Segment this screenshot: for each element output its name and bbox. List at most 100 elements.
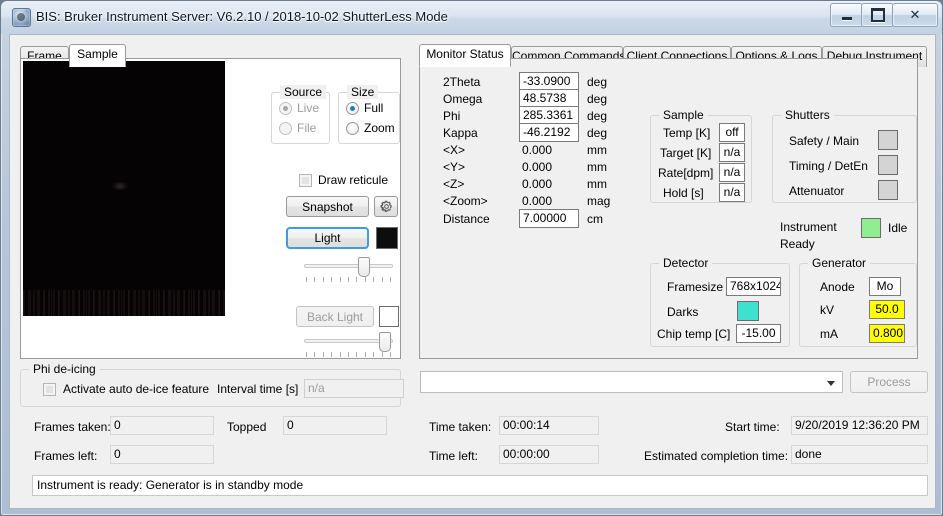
start-time-label: Start time: [725,420,780,434]
draw-reticule-checkbox[interactable] [299,174,312,187]
source-group: Source Live File [271,85,330,144]
axis-unit-x: mm [587,143,607,157]
eta-value: done [791,445,928,464]
axis-unit-omega: deg [587,92,608,106]
detector-chiptemp-value[interactable]: -15.00 [736,324,781,343]
detector-chiptemp-label: Chip temp [C] [657,327,731,341]
activate-deice-checkbox[interactable] [43,383,56,396]
axis-label-omega: Omega [443,92,483,106]
radio-size-full-label: Full [364,101,384,115]
snapshot-button[interactable]: Snapshot [286,196,369,217]
generator-anode-value[interactable]: Mo [869,277,901,296]
window-title: BIS: Bruker Instrument Server: V6.2.10 /… [36,9,448,24]
light-color-swatch[interactable] [376,227,398,249]
time-taken-label: Time taken: [429,420,492,434]
shutter-timing-deten-indicator [878,155,898,175]
detector-darks-label: Darks [667,305,699,319]
settings-gear-button[interactable] [374,196,398,217]
sample-target-value[interactable]: n/a [719,143,745,162]
axis-label-z: <Z> [443,177,465,191]
tab-monitor-status-label: Monitor Status [426,47,504,61]
shutter-safety-main-label: Safety / Main [789,134,860,148]
eta-label: Estimated completion time: [644,449,789,463]
axis-label-y: <Y> [443,160,466,174]
status-bar-message: Instrument is ready: Generator is in sta… [32,475,928,496]
light-slider-thumb[interactable] [358,257,370,277]
sample-rate-value[interactable]: n/a [719,163,745,182]
radio-source-file[interactable] [279,122,292,135]
video-spot [111,180,128,191]
app-icon [12,8,31,27]
radio-size-full[interactable] [346,102,359,115]
radio-source-live-label: Live [297,101,320,115]
axis-value-kappa[interactable]: -46.2192 [519,123,579,142]
frames-left-value: 0 [110,445,214,464]
instrument-ready-label-line2: Ready [780,237,815,251]
axis-label-distance: Distance [443,212,490,226]
back-light-slider[interactable] [304,332,393,354]
radio-source-live[interactable] [279,102,292,115]
sample-rate-label: Rate[dpm] [658,166,714,180]
tab-monitor-status[interactable]: Monitor Status [419,44,511,67]
back-light-slider-ticks [306,352,391,358]
back-light-color-swatch[interactable] [379,306,399,327]
shutter-attenuator-label: Attenuator [789,184,845,198]
axis-unit-phi: deg [587,109,608,123]
axis-label-zoom: <Zoom> [443,194,488,208]
size-group: Size Full Zoom [338,85,400,144]
axis-unit-2theta: deg [587,75,608,89]
topped-value: 0 [283,416,387,435]
axis-value-y: 0.000 [522,160,553,174]
minimize-button[interactable] [830,3,863,27]
gear-icon [380,200,392,212]
process-combobox[interactable] [420,371,843,393]
radio-source-file-label: File [297,121,317,135]
close-icon: ✕ [909,7,921,22]
maximize-icon [862,4,893,26]
axis-unit-kappa: deg [587,126,608,140]
phi-deicing-group: Phi de-icing Activate auto de-ice featur… [20,362,404,407]
light-button[interactable]: Light [286,227,369,249]
frames-left-label: Frames left: [34,449,98,463]
close-button[interactable]: ✕ [892,3,938,27]
radio-size-zoom[interactable] [346,122,359,135]
snapshot-button-label: Snapshot [302,199,353,214]
time-taken-value: 00:00:14 [499,416,599,435]
sample-temp-value[interactable]: off [719,123,745,142]
maximize-button[interactable] [861,3,894,27]
start-time-value: 9/20/2019 12:36:20 PM [791,416,928,435]
generator-ma-value[interactable]: 0.800 [869,324,905,343]
generator-kv-label: kV [820,303,835,317]
process-button-label: Process [867,375,911,389]
application-window: BIS: Bruker Instrument Server: V6.2.10 /… [0,0,943,516]
back-light-slider-thumb[interactable] [379,332,391,352]
frames-taken-value: 0 [110,416,214,435]
sample-video-preview[interactable] [23,61,225,316]
interval-time-input[interactable]: n/a [304,379,404,398]
axis-value-z: 0.000 [522,177,553,191]
process-button[interactable]: Process [850,371,928,393]
title-bar[interactable]: BIS: Bruker Instrument Server: V6.2.10 /… [1,1,942,34]
axis-value-distance[interactable]: 7.00000 [519,209,579,228]
axis-unit-distance: cm [587,212,603,226]
generator-kv-value[interactable]: 50.0 [869,300,905,319]
axis-label-x: <X> [443,143,466,157]
light-button-label: Light [314,231,341,245]
axis-value-zoom: 0.000 [522,194,553,208]
detector-group: Detector Framesize 768x1024 Darks Chip t… [650,256,790,347]
activate-deice-label: Activate auto de-ice feature [63,382,210,396]
tab-sample[interactable]: Sample [69,44,126,67]
sample-temp-label: Temp [K] [663,126,711,140]
source-group-caption: Source [280,85,327,99]
detector-group-caption: Detector [659,256,713,270]
axis-value-x: 0.000 [522,143,553,157]
light-slider-track [304,264,393,268]
video-noise [23,290,225,316]
light-slider-ticks [306,277,391,283]
sample-hold-value[interactable]: n/a [719,183,745,202]
interval-time-label: Interval time [s] [217,382,299,396]
detector-framesize-value[interactable]: 768x1024 [726,277,781,296]
back-light-button[interactable]: Back Light [296,306,374,327]
light-slider[interactable] [304,257,393,279]
sample-group-caption: Sample [659,108,708,122]
